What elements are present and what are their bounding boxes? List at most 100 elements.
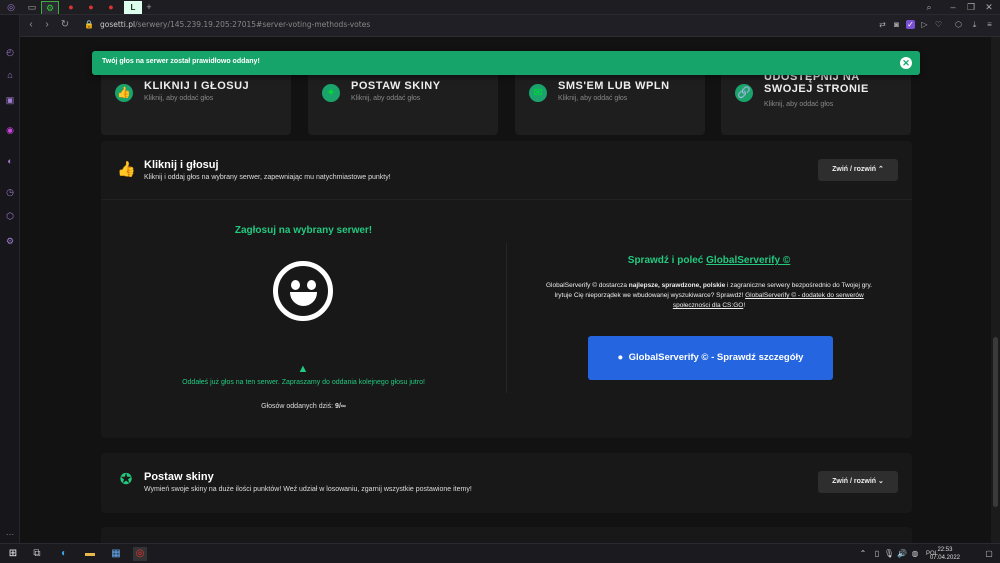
divider bbox=[101, 199, 912, 200]
award-icon: ✪ bbox=[119, 471, 133, 488]
file-explorer-icon[interactable]: ▬ bbox=[83, 547, 97, 561]
tab-active[interactable]: ⚙ bbox=[41, 1, 59, 14]
toast-message: Twój głos na serwer został prawidłowo od… bbox=[102, 58, 260, 65]
globalserverify-button[interactable]: ● GlobalServerify © - Sprawdź szczegóły bbox=[588, 336, 833, 380]
speed-dial-icon[interactable]: ◴ bbox=[5, 47, 15, 57]
votes-today: Głosów oddanych dziś: 9/∞ bbox=[261, 403, 346, 410]
cube-icon[interactable]: ⬡ bbox=[954, 20, 963, 29]
method-card-sms[interactable]: ✉ SMS'EM LUB WPLN Kliknij, aby oddać gło… bbox=[515, 67, 705, 135]
close-icon[interactable]: ✕ bbox=[980, 1, 998, 14]
menu-icon[interactable]: ≡ bbox=[985, 20, 994, 29]
url-path: /serwery/145.239.19.205:27015#server-vot… bbox=[135, 20, 371, 29]
globalserverify-link[interactable]: GlobalServerify © bbox=[706, 255, 790, 266]
play-icon[interactable]: ▷ bbox=[920, 20, 929, 29]
panel-subtitle: Wymień swoje skiny na duże ilości punktó… bbox=[144, 486, 472, 493]
reload-icon[interactable]: ↻ bbox=[58, 18, 72, 32]
votes-count: 9/∞ bbox=[335, 403, 346, 410]
network-icon[interactable]: ◍ bbox=[908, 547, 922, 561]
taskbar: ⊞ ⧉ ◐ ▬ ▦ ◎ ⌃ ▯ 🎙 🔊 ◍ POL 22:53 07.04.202… bbox=[0, 543, 1000, 563]
messenger-icon[interactable]: ◉ bbox=[5, 125, 15, 135]
button-label: GlobalServerify © - Sprawdź szczegóły bbox=[628, 352, 804, 363]
volume-icon[interactable]: 🔊 bbox=[895, 547, 909, 561]
method-card-skins[interactable]: ✦ POSTAW SKINY Kliknij, aby oddać głos bbox=[308, 67, 498, 135]
scrollbar-thumb[interactable] bbox=[993, 337, 998, 507]
extension-icon[interactable]: ⇄ bbox=[878, 20, 887, 29]
shield-icon[interactable]: ✓ bbox=[906, 20, 915, 29]
settings-icon[interactable]: ⚙ bbox=[5, 236, 15, 246]
method-subtitle: Kliknij, aby oddać głos bbox=[558, 95, 628, 102]
toast-close-button[interactable]: ✕ bbox=[900, 57, 912, 69]
browser-menu-icon[interactable]: ◎ bbox=[2, 1, 20, 14]
minimize-icon[interactable]: – bbox=[944, 1, 962, 14]
back-icon[interactable]: ‹ bbox=[24, 18, 38, 32]
warning-icon: ▲ bbox=[297, 363, 309, 375]
cube-icon[interactable]: ⬡ bbox=[5, 211, 15, 221]
browser-tab-bar: ◎ ▭ ⚙ ● ● ● L + ⌕ – ❐ ✕ bbox=[0, 0, 1000, 15]
clock-time: 22:53 bbox=[937, 547, 953, 553]
clock[interactable]: 22:53 07.04.2022 bbox=[930, 546, 960, 562]
smiley-icon bbox=[273, 261, 333, 321]
heart-icon[interactable]: ♡ bbox=[934, 20, 943, 29]
success-toast: Twój głos na serwer został prawidłowo od… bbox=[92, 51, 920, 75]
method-card-click[interactable]: 👍 KLIKNIJ I GŁOSUJ Kliknij, aby oddać gł… bbox=[101, 67, 291, 135]
tray-chevron-icon[interactable]: ⌃ bbox=[856, 547, 870, 561]
method-title: KLIKNIJ I GŁOSUJ bbox=[144, 80, 250, 92]
windows-start-icon[interactable]: ⊞ bbox=[6, 547, 20, 561]
method-title: SMS'EM LUB WPLN bbox=[558, 80, 670, 92]
link-icon: 🔗 bbox=[735, 84, 753, 102]
chevron-up-icon: ⌃ bbox=[878, 166, 884, 173]
browser-sidebar: ◴ ⌂ ▣ ◉ ◐ ◷ ⬡ ⚙ … bbox=[0, 15, 20, 543]
microphone-icon[interactable]: 🎙 bbox=[882, 547, 896, 561]
shop-icon[interactable]: ⌂ bbox=[5, 70, 15, 80]
download-icon[interactable]: ⤓ bbox=[970, 20, 979, 29]
info-icon: ● bbox=[617, 352, 624, 363]
addon-link[interactable]: społeczności dla CS:GO bbox=[673, 302, 743, 309]
url-host: gosetti.pl bbox=[100, 20, 136, 29]
panel-title: Postaw skiny bbox=[144, 471, 214, 483]
method-subtitle: Kliknij, aby oddać głos bbox=[144, 95, 214, 102]
url-field[interactable]: gosetti.pl/serwery/145.239.19.205:27015#… bbox=[100, 20, 370, 29]
edge-icon[interactable]: ◐ bbox=[57, 547, 71, 561]
camera-icon[interactable]: ◙ bbox=[892, 20, 901, 29]
tab-icon[interactable]: ● bbox=[82, 1, 100, 14]
panel-title: Kliknij i głosuj bbox=[144, 159, 219, 171]
opera-gx-icon[interactable]: ◎ bbox=[133, 547, 147, 561]
globalserverify-description: GlobalServerify © dostarcza najlepsze, s… bbox=[545, 282, 873, 309]
player-icon[interactable]: ◐ bbox=[5, 156, 15, 166]
tab-icon[interactable]: ● bbox=[102, 1, 120, 14]
tab-icon[interactable]: ▭ bbox=[23, 1, 41, 14]
globalserverify-heading: Sprawdź i poleć GlobalServerify © bbox=[627, 255, 791, 266]
maximize-icon[interactable]: ❐ bbox=[962, 1, 980, 14]
store-icon[interactable]: ▦ bbox=[109, 547, 123, 561]
address-bar: ‹ › ↻ 🔒 gosetti.pl/serwery/145.239.19.20… bbox=[0, 15, 1000, 37]
vote-heading: Zagłosuj na wybrany serwer! bbox=[234, 225, 373, 236]
more-icon[interactable]: … bbox=[5, 527, 15, 537]
addon-link[interactable]: GlobalServerify © - dodatek do serwerów bbox=[745, 292, 864, 299]
notifications-icon[interactable]: ▢ bbox=[982, 547, 996, 561]
skins-panel: ✪ Postaw skiny Wymień swoje skiny na duż… bbox=[101, 453, 912, 513]
task-view-icon[interactable]: ⧉ bbox=[30, 547, 44, 561]
page-content: 👍 KLIKNIJ I GŁOSUJ Kliknij, aby oddać gł… bbox=[21, 37, 991, 543]
toggle-label: Zwiń / rozwiń bbox=[832, 478, 877, 485]
toggle-button[interactable]: Zwiń / rozwiń ⌄ bbox=[818, 471, 898, 493]
award-icon: ✦ bbox=[322, 84, 340, 102]
vote-panel: 👍 Kliknij i głosuj Kliknij i oddaj głos … bbox=[101, 141, 912, 438]
forward-icon[interactable]: › bbox=[40, 18, 54, 32]
toggle-label: Zwiń / rozwiń bbox=[832, 166, 877, 173]
history-icon[interactable]: ◷ bbox=[5, 187, 15, 197]
scrollbar[interactable] bbox=[991, 37, 1000, 543]
next-panel bbox=[101, 527, 912, 543]
method-title: POSTAW SKINY bbox=[351, 80, 441, 92]
lock-icon: 🔒 bbox=[84, 20, 94, 29]
thumbs-up-icon: 👍 bbox=[115, 84, 133, 102]
tab-icon[interactable]: ● bbox=[62, 1, 80, 14]
toggle-button[interactable]: Zwiń / rozwiń ⌃ bbox=[818, 159, 898, 181]
search-icon[interactable]: ⌕ bbox=[920, 1, 938, 14]
method-card-share[interactable]: 🔗 UDOSTĘPNIJ NA SWOJEJ STRONIE Kliknij, … bbox=[721, 67, 911, 135]
method-subtitle: Kliknij, aby oddać głos bbox=[351, 95, 421, 102]
thumbs-up-icon: 👍 bbox=[117, 161, 136, 178]
twitch-icon[interactable]: ▣ bbox=[5, 95, 15, 105]
sms-icon: ✉ bbox=[529, 84, 547, 102]
vote-warning: Oddałeś już głos na ten serwer. Zaprasza… bbox=[182, 379, 425, 386]
new-tab-button[interactable]: + bbox=[140, 1, 158, 14]
